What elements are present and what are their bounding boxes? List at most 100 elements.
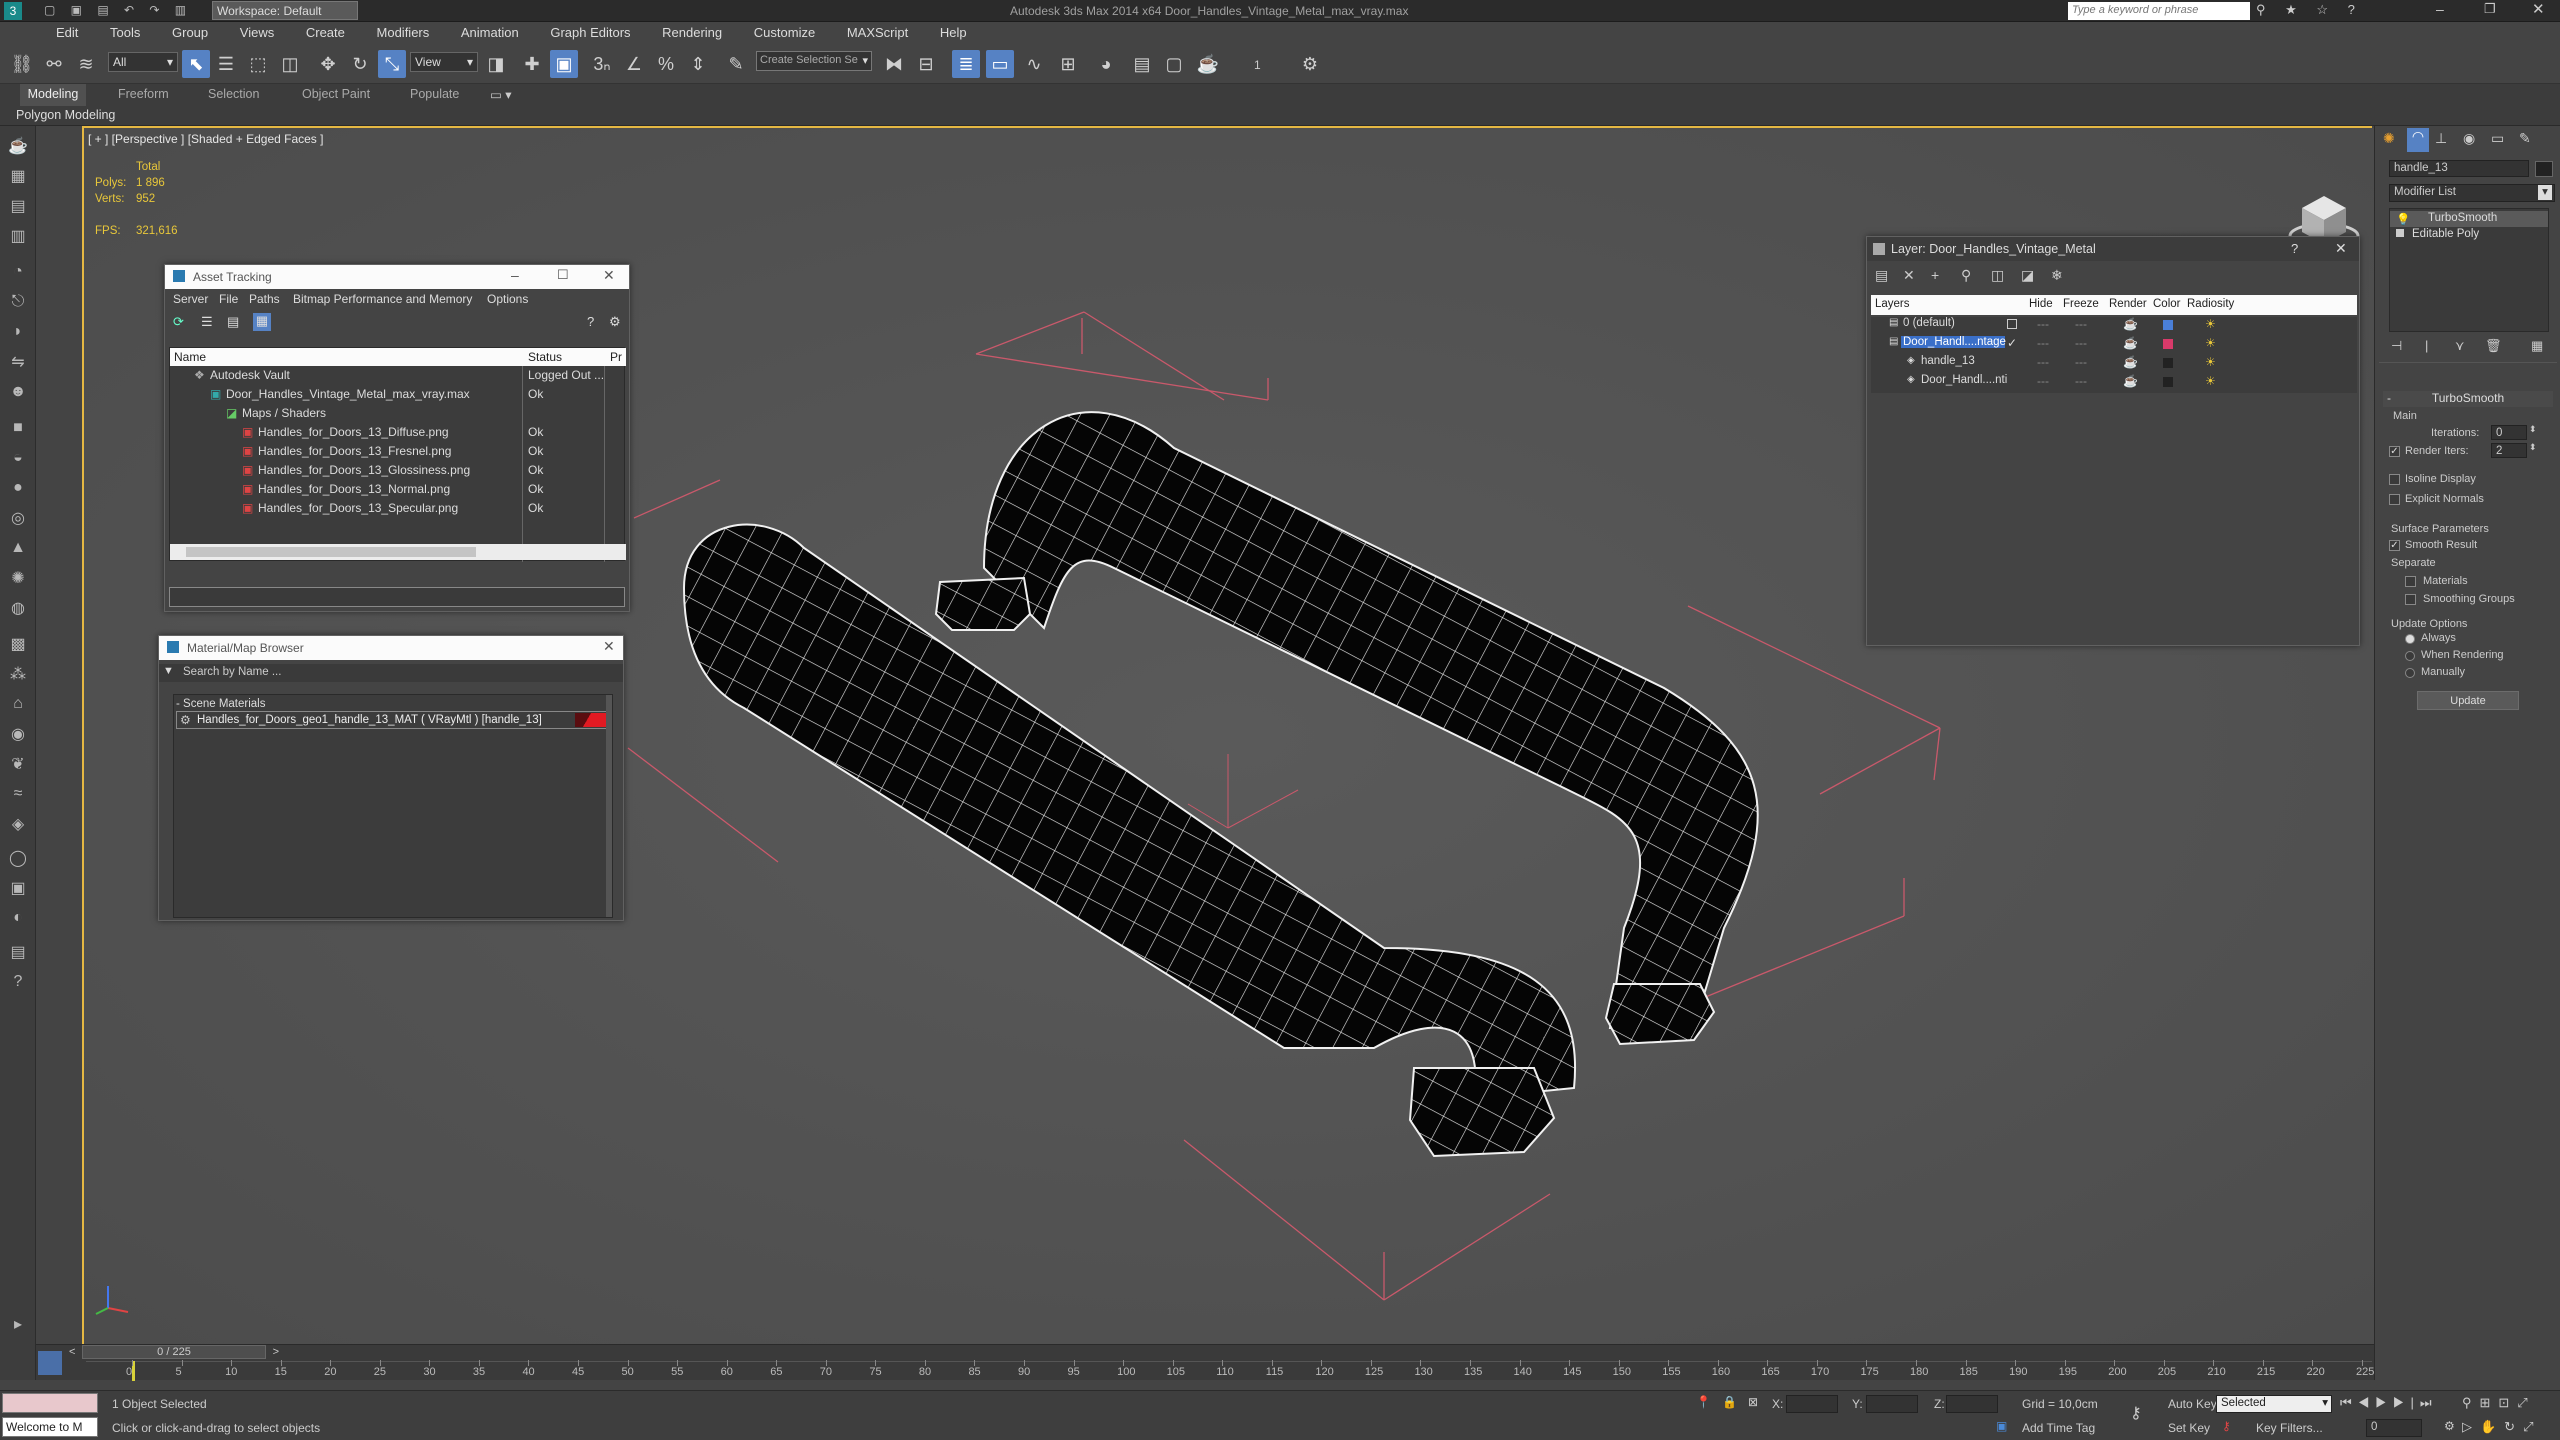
object-color-swatch[interactable] (2535, 161, 2553, 177)
spinner-snap-icon[interactable]: ⇕ (684, 50, 712, 78)
create-tab-icon[interactable]: ✺ (2383, 130, 2395, 147)
render-teapot-icon[interactable]: ☕ (2123, 374, 2138, 388)
ribbon-tab-modeling[interactable]: Modeling (20, 84, 86, 106)
col-render[interactable]: Render (2109, 298, 2147, 310)
vray-icon[interactable]: ⚙ (1296, 50, 1324, 78)
asset-row[interactable]: ◪ Maps / Shaders (170, 406, 626, 425)
tool-sun-icon[interactable]: ✺ (6, 566, 30, 590)
ribbon-toggle-icon[interactable]: ▭ (986, 50, 1014, 78)
close-icon[interactable]: ✕ (2335, 240, 2347, 257)
object-name-field[interactable]: handle_13 (2389, 160, 2529, 177)
close-icon[interactable]: ✕ (603, 267, 615, 284)
snaps-toggle-icon[interactable]: 3ₙ (588, 50, 616, 78)
link-icon[interactable]: ⛓ (8, 50, 36, 78)
freeze-toggle[interactable]: --- (2075, 336, 2087, 350)
x-field[interactable] (1786, 1395, 1838, 1413)
menu-group[interactable]: Group (158, 22, 222, 40)
asset-row[interactable]: ▣ Handles_for_Doors_13_Normal.png Ok (170, 482, 626, 501)
tool-leaf-icon[interactable]: ❦ (6, 752, 30, 776)
radiosity-icon[interactable]: ☀ (2205, 374, 2216, 388)
tool-cloth-icon[interactable]: ◈ (6, 812, 30, 836)
col-layers[interactable]: Layers (1875, 298, 1910, 310)
unlink-icon[interactable]: ⚯ (40, 50, 68, 78)
render-iters-spinner[interactable]: 2 (2491, 443, 2527, 458)
tool-hair-icon[interactable]: ≈ (6, 782, 30, 806)
smoothing-groups-checkbox[interactable] (2405, 594, 2416, 605)
tool-layers-icon[interactable]: ▥ (6, 224, 30, 248)
ribbon-tab-selection[interactable]: Selection (208, 87, 259, 101)
tool-box-icon[interactable]: ▦ (6, 164, 30, 188)
stack-item-turbosmooth[interactable]: 💡 TurboSmooth (2390, 211, 2548, 227)
menu-graph-editors[interactable]: Graph Editors (536, 22, 644, 40)
explicit-normals-checkbox[interactable] (2389, 494, 2400, 505)
menu-animation[interactable]: Animation (447, 22, 533, 40)
freeze-all-icon[interactable]: ❄ (2051, 267, 2063, 284)
minimize-icon[interactable]: – (511, 267, 519, 283)
maximize-button[interactable]: ❐ (2484, 1, 2496, 17)
workspace-dropdown[interactable]: Workspace: Default (212, 1, 358, 20)
timeline-mini-icon[interactable] (38, 1351, 62, 1375)
render-setup-icon[interactable]: ▤ (1128, 50, 1156, 78)
asset-menu-options[interactable]: Options (487, 292, 528, 306)
selected-dropdown[interactable]: Selected ▾ (2216, 1395, 2332, 1413)
col-name[interactable]: Name (174, 350, 206, 364)
close-button[interactable]: ✕ (2532, 0, 2545, 18)
z-field[interactable] (1946, 1395, 1998, 1413)
menu-help[interactable]: Help (926, 22, 981, 40)
tool-cone-icon[interactable]: ▲ (6, 536, 30, 560)
hide-toggle[interactable]: --- (2037, 374, 2049, 388)
ribbon-tab-freeform[interactable]: Freeform (118, 87, 169, 101)
move-icon[interactable]: ✥ (314, 50, 342, 78)
ribbon-tab-object-paint[interactable]: Object Paint (302, 87, 370, 101)
always-radio[interactable] (2405, 634, 2415, 644)
tool-scene-icon[interactable]: ▣ (6, 876, 30, 900)
isoline-display-checkbox[interactable] (2389, 474, 2400, 485)
menu-tools[interactable]: Tools (96, 22, 154, 40)
time-tag-icon[interactable]: ▣ (1996, 1419, 2007, 1433)
render-teapot-icon[interactable]: ☕ (2123, 336, 2138, 350)
list-view-icon[interactable]: ☰ (201, 314, 213, 330)
tool-gold-sphere-icon[interactable]: ◍ (6, 596, 30, 620)
layer-row[interactable]: ▤ 0 (default) --- --- ☕ ☀ (1871, 317, 2357, 336)
layer-color-swatch[interactable] (2163, 377, 2173, 387)
pivot-center-icon[interactable]: ◨ (482, 50, 510, 78)
layer-row-selected[interactable]: ▤ Door_Handl....ntage ✓ --- --- ☕ ☀ (1871, 336, 2357, 355)
current-frame-field[interactable]: 0 (2366, 1419, 2422, 1437)
delete-layer-icon[interactable]: ✕ (1903, 267, 1915, 284)
hide-toggle[interactable]: --- (2037, 355, 2049, 369)
maxscript-listener[interactable]: Welcome to M (2, 1417, 98, 1437)
bind-spacewarp-icon[interactable]: ≋ (72, 50, 100, 78)
material-search[interactable]: ▼ Search by Name ... (159, 664, 623, 682)
close-icon[interactable]: ✕ (603, 638, 615, 655)
iterations-spinner[interactable]: 0 (2491, 425, 2527, 440)
menu-views[interactable]: Views (226, 22, 288, 40)
tool-paint-icon[interactable]: ◔ (6, 260, 30, 284)
align-icon[interactable]: ⊟ (912, 50, 940, 78)
remove-modifier-icon[interactable]: 🗑 (2485, 338, 2502, 354)
asset-tracking-titlebar[interactable]: Asset Tracking – ☐ ✕ (165, 265, 629, 289)
hide-all-icon[interactable]: ◪ (2021, 267, 2034, 284)
pin-stack-icon[interactable]: ⊣ (2391, 338, 2402, 354)
tool-particles-icon[interactable]: ⁂ (6, 662, 30, 686)
radiosity-icon[interactable]: ☀ (2205, 317, 2216, 331)
key-icon[interactable]: ⚷ (2130, 1403, 2142, 1423)
menu-customize[interactable]: Customize (740, 22, 829, 40)
freeze-toggle[interactable]: --- (2075, 374, 2087, 388)
reference-coord-dropdown[interactable]: View ▾ (410, 52, 478, 72)
material-editor-icon[interactable]: ◕ (1092, 50, 1120, 78)
quick-access-icons[interactable]: ▢ ▣ ▤ ↶ ↷ ▥ (44, 3, 204, 19)
time-slider-prev[interactable]: < (69, 1346, 75, 1358)
col-color[interactable]: Color (2153, 298, 2180, 310)
col-pr[interactable]: Pr (610, 350, 622, 364)
configure-sets-icon[interactable]: ▦ (2531, 338, 2543, 354)
layer-row[interactable]: ◈ Door_Handl....nti --- --- ☕ ☀ (1871, 374, 2357, 393)
tool-symmetry-icon[interactable]: ⇋ (6, 350, 30, 374)
add-to-layer-icon[interactable]: + (1931, 267, 1939, 283)
lock-icon[interactable]: 🔒 (1722, 1395, 1737, 1409)
col-freeze[interactable]: Freeze (2063, 298, 2099, 310)
make-unique-icon[interactable]: ⋎ (2455, 338, 2465, 354)
select-objects-icon[interactable]: ⚲ (1961, 267, 1971, 284)
add-time-tag[interactable]: Add Time Tag (2022, 1421, 2095, 1435)
maxscript-listener-pink[interactable] (2, 1393, 98, 1413)
render-teapot-icon[interactable]: ☕ (2123, 355, 2138, 369)
